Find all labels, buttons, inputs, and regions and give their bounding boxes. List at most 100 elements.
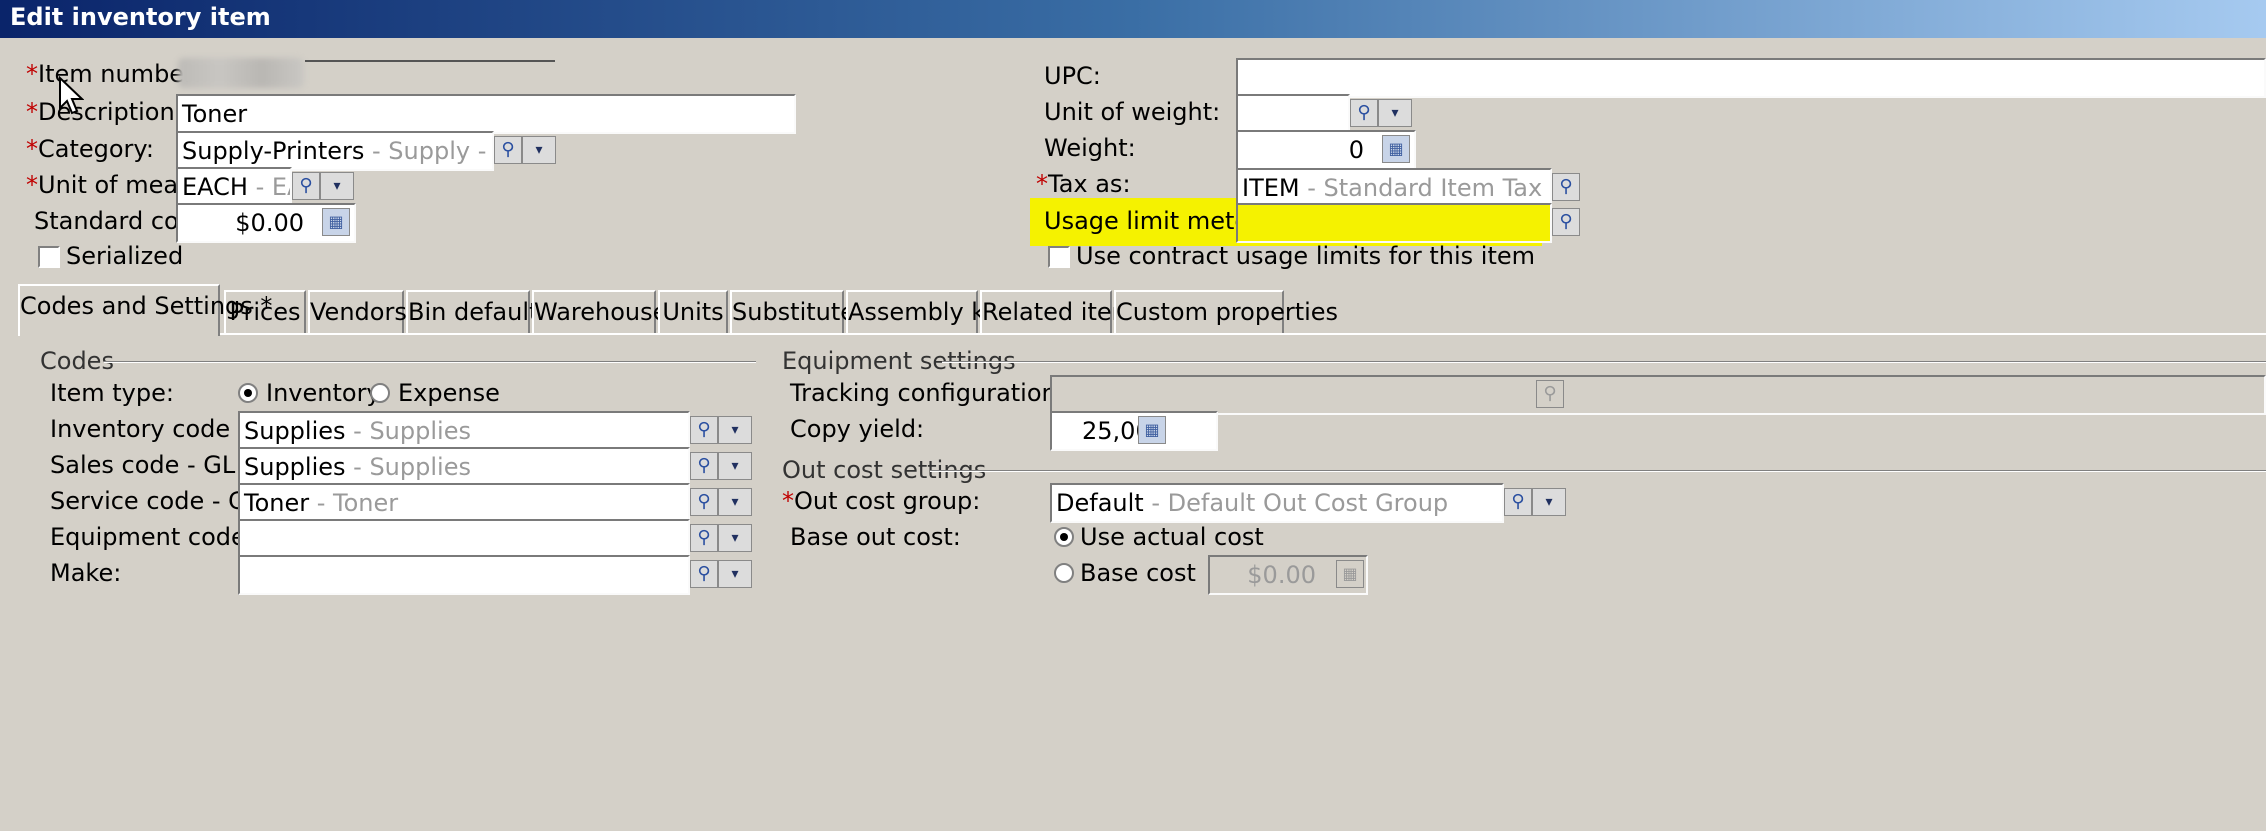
- weight-value: 0: [1348, 136, 1364, 164]
- out-cost-group-label: *Out cost group:: [782, 487, 981, 515]
- uom-input[interactable]: EACH - EACH: [176, 167, 292, 207]
- description-value: Toner: [182, 100, 248, 128]
- tax-as-desc: - Standard Item Tax Flag: [1307, 174, 1550, 202]
- category-desc: - Supply - printers: [372, 137, 492, 165]
- usage-limit-search-icon[interactable]: ⚲: [1552, 208, 1580, 236]
- service-gl-code: Toner: [244, 489, 310, 517]
- sales-gl-desc: - Supplies: [345, 453, 471, 481]
- inventory-gl-dropdown-icon[interactable]: ▾: [718, 416, 752, 444]
- tax-as-search-icon[interactable]: ⚲: [1552, 173, 1580, 201]
- upc-input[interactable]: [1236, 58, 2266, 98]
- window-titlebar: Edit inventory item: [0, 0, 2266, 38]
- description-input[interactable]: Toner: [176, 94, 796, 134]
- sales-gl-input[interactable]: Supplies - Supplies: [238, 447, 690, 487]
- item-number-value-redacted: [178, 58, 304, 88]
- tab-label: Bin defaults: [408, 298, 551, 326]
- base-cost-label: Base cost: [1080, 559, 1196, 587]
- tab-warehouses[interactable]: Warehouses: [532, 290, 680, 334]
- upc-label: UPC:: [1044, 62, 1101, 90]
- unit-of-weight-dropdown-icon[interactable]: ▾: [1378, 99, 1412, 127]
- tab-substitutes[interactable]: Substitutes: [730, 290, 868, 334]
- use-actual-cost-label: Use actual cost: [1080, 523, 1264, 551]
- tab-label: Codes and Settings *: [20, 292, 273, 320]
- sales-gl-label: Sales code - GL:: [50, 451, 244, 479]
- weight-calculator-icon[interactable]: ▦: [1382, 135, 1410, 163]
- sales-gl-code: Supplies: [244, 453, 346, 481]
- expense-radio-label: Expense: [398, 379, 500, 407]
- equipment-group-line: [942, 361, 2266, 363]
- inventory-radio[interactable]: [238, 383, 258, 403]
- out-cost-group-desc: - Default Out Cost Group: [1143, 489, 1449, 517]
- serialized-checkbox[interactable]: [38, 246, 60, 268]
- tracking-config-label: Tracking configuration:: [790, 379, 1065, 407]
- out-cost-group-code: Default: [1056, 489, 1144, 517]
- weight-label: Weight:: [1044, 134, 1136, 162]
- equipment-code-label: Equipment code:: [50, 523, 254, 551]
- item-number-underline: [305, 60, 555, 62]
- inventory-gl-code: Supplies: [244, 417, 346, 445]
- base-cost-calculator-icon[interactable]: ▦: [1336, 560, 1364, 588]
- codes-group-title: Codes: [40, 347, 114, 375]
- service-gl-label: Service code - GL:: [50, 487, 269, 515]
- service-gl-desc: - Toner: [309, 489, 399, 517]
- use-actual-cost-radio[interactable]: [1054, 527, 1074, 547]
- equipment-code-dropdown-icon[interactable]: ▾: [718, 524, 752, 552]
- description-label: *Description:: [26, 98, 183, 126]
- uom-dropdown-icon[interactable]: ▾: [320, 172, 354, 200]
- uom-desc: - EACH: [255, 173, 290, 201]
- uom-code: EACH: [182, 173, 248, 201]
- service-gl-input[interactable]: Toner - Toner: [238, 483, 690, 523]
- make-input[interactable]: [238, 555, 690, 595]
- base-cost-value: $0.00: [1247, 561, 1316, 589]
- service-gl-search-icon[interactable]: ⚲: [690, 488, 718, 516]
- tab-vendors[interactable]: Vendors: [308, 290, 407, 334]
- tab-bin-defaults[interactable]: Bin defaults: [406, 290, 551, 334]
- copy-yield-calculator-icon[interactable]: ▦: [1138, 416, 1166, 444]
- tab-custom-properties[interactable]: Custom properties: [1114, 290, 1338, 334]
- unit-of-weight-search-icon[interactable]: ⚲: [1350, 99, 1378, 127]
- equipment-code-search-icon[interactable]: ⚲: [690, 524, 718, 552]
- inventory-gl-input[interactable]: Supplies - Supplies: [238, 411, 690, 451]
- tab-panel-border: [18, 333, 2266, 335]
- out-cost-group-input[interactable]: Default - Default Out Cost Group: [1050, 483, 1504, 523]
- window-title: Edit inventory item: [10, 3, 271, 31]
- serialized-label: Serialized: [66, 242, 184, 270]
- sales-gl-search-icon[interactable]: ⚲: [690, 452, 718, 480]
- tab-units[interactable]: Units: [658, 290, 728, 334]
- category-search-icon[interactable]: ⚲: [494, 136, 522, 164]
- tab-related-items[interactable]: Related items: [980, 290, 1148, 334]
- use-contract-checkbox[interactable]: [1048, 246, 1070, 268]
- tracking-config-search-icon[interactable]: ⚲: [1536, 380, 1564, 408]
- out-cost-group-search-icon[interactable]: ⚲: [1504, 488, 1532, 516]
- tab-assembly-kits[interactable]: Assembly kits: [846, 290, 1014, 334]
- sales-gl-dropdown-icon[interactable]: ▾: [718, 452, 752, 480]
- inventory-gl-search-icon[interactable]: ⚲: [690, 416, 718, 444]
- make-dropdown-icon[interactable]: ▾: [718, 560, 752, 588]
- inventory-gl-desc: - Supplies: [345, 417, 471, 445]
- standard-cost-calculator-icon[interactable]: ▦: [322, 208, 350, 236]
- tax-as-input[interactable]: ITEM - Standard Item Tax Flag: [1236, 168, 1552, 208]
- category-label: *Category:: [26, 135, 154, 163]
- tab-label: Custom properties: [1116, 298, 1339, 326]
- tab-codes-and-settings[interactable]: Codes and Settings *: [18, 284, 272, 336]
- uom-search-icon[interactable]: ⚲: [292, 172, 320, 200]
- inventory-radio-label: Inventory: [266, 379, 381, 407]
- tab-label: Vendors: [310, 298, 407, 326]
- category-dropdown-icon[interactable]: ▾: [522, 136, 556, 164]
- tax-as-label: *Tax as:: [1036, 170, 1131, 198]
- out-cost-group-dropdown-icon[interactable]: ▾: [1532, 488, 1566, 516]
- make-search-icon[interactable]: ⚲: [690, 560, 718, 588]
- unit-of-weight-input[interactable]: [1236, 94, 1350, 134]
- mouse-cursor-icon: [59, 76, 84, 115]
- usage-limit-input[interactable]: [1236, 203, 1552, 243]
- out-cost-group-line: [930, 470, 2266, 472]
- equipment-code-input[interactable]: [238, 519, 690, 559]
- copy-yield-input[interactable]: 25,000: [1050, 411, 1218, 451]
- unit-of-weight-label: Unit of weight:: [1044, 98, 1221, 126]
- tax-as-code: ITEM: [1242, 174, 1300, 202]
- tracking-config-input[interactable]: [1050, 375, 2266, 415]
- category-input[interactable]: Supply-Printers - Supply - printers: [176, 131, 494, 171]
- service-gl-dropdown-icon[interactable]: ▾: [718, 488, 752, 516]
- expense-radio[interactable]: [370, 383, 390, 403]
- base-cost-radio[interactable]: [1054, 563, 1074, 583]
